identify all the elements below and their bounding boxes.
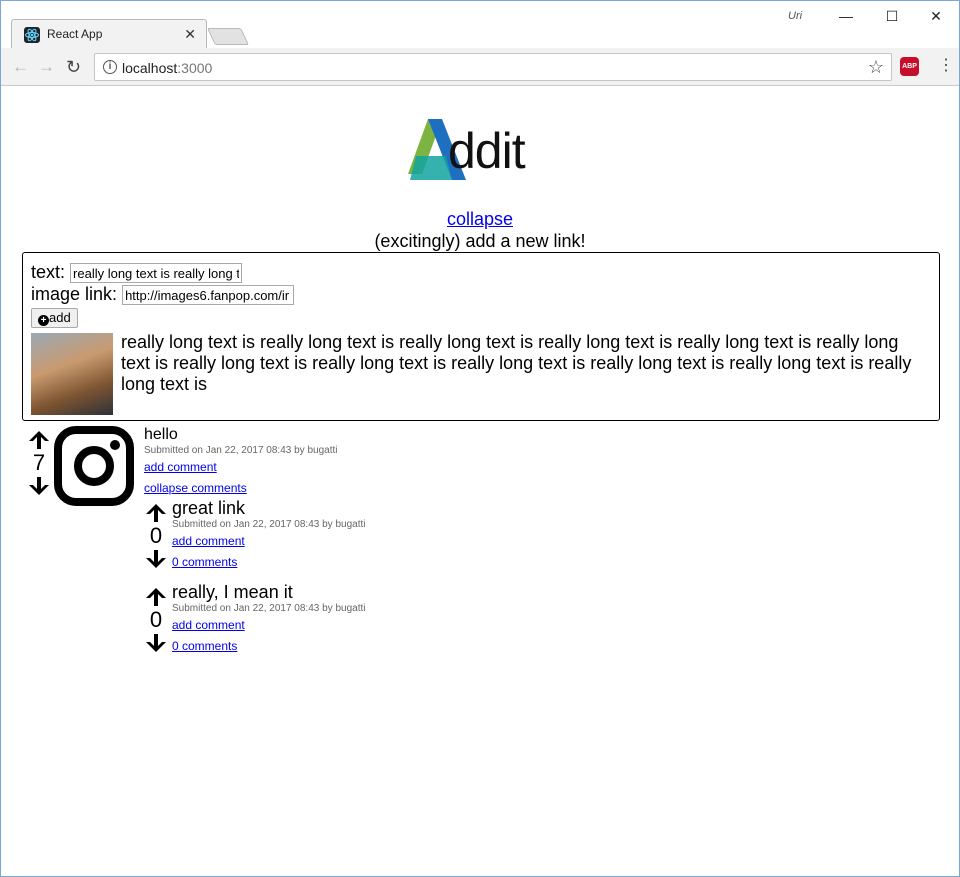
reload-icon[interactable]: ↻	[66, 57, 81, 77]
react-icon	[24, 27, 40, 43]
add-link-form: text: image link: +add really long text …	[22, 252, 940, 421]
url-host: localhost	[122, 60, 178, 76]
comment-meta: Submitted on Jan 22, 2017 08:43 by bugat…	[172, 519, 366, 530]
downvote-arrow-icon[interactable]	[145, 549, 167, 569]
post-score: 7	[32, 450, 46, 475]
collapse-link[interactable]: collapse	[447, 209, 513, 229]
comment-vote: 0	[145, 503, 167, 569]
tab-title: React App	[47, 27, 103, 41]
bookmark-star-icon[interactable]: ☆	[868, 57, 884, 78]
upvote-arrow-icon[interactable]	[145, 587, 167, 607]
addit-logo: ddit	[406, 116, 556, 186]
comment-meta: Submitted on Jan 22, 2017 08:43 by bugat…	[172, 603, 366, 614]
preview-text: really long text is really long text is …	[121, 332, 912, 394]
upvote-arrow-icon[interactable]	[28, 430, 50, 450]
comment-add-comment-link[interactable]: add comment	[172, 534, 245, 548]
comment-comments-link[interactable]: 0 comments	[172, 555, 237, 569]
plus-circle-icon: +	[38, 315, 49, 326]
logo-text: ddit	[448, 123, 526, 179]
adblock-icon[interactable]: ABP	[900, 57, 919, 76]
menu-icon[interactable]: ⋮	[938, 56, 954, 76]
add-button[interactable]: + add	[31, 308, 78, 328]
minimize-button[interactable]: —	[823, 1, 869, 31]
comment-title: great link	[172, 498, 246, 518]
comment-comments-link[interactable]: 0 comments	[172, 639, 237, 653]
new-tab-button[interactable]	[207, 28, 249, 45]
maximize-button[interactable]: ☐	[869, 1, 915, 31]
profile-label[interactable]: Uri	[788, 10, 802, 22]
comment-title: really, I mean it	[172, 582, 293, 602]
comment-score: 0	[149, 523, 163, 548]
info-icon[interactable]: i	[103, 60, 117, 74]
text-input[interactable]	[70, 263, 243, 284]
forward-icon[interactable]: →	[38, 57, 55, 77]
image-link-input[interactable]	[122, 285, 295, 306]
post-title[interactable]: hello	[144, 426, 178, 444]
instagram-icon[interactable]	[54, 426, 134, 506]
browser-tab[interactable]: React App ✕	[11, 19, 207, 49]
title-bar: React App ✕ Uri — ☐ ✕	[1, 1, 959, 49]
page-content: ddit collapse (excitingly) add a new lin…	[1, 87, 959, 876]
downvote-arrow-icon[interactable]	[145, 633, 167, 653]
back-icon[interactable]: ←	[12, 57, 29, 77]
post-meta: Submitted on Jan 22, 2017 08:43 by bugat…	[144, 445, 338, 456]
address-bar[interactable]: i localhost:3000 ☆	[94, 53, 892, 81]
url-port: :3000	[177, 60, 213, 76]
browser-toolbar: ← → ↻ i localhost:3000 ☆ ABP ⋮	[1, 48, 959, 86]
browser-window: React App ✕ Uri — ☐ ✕ ← → ↻ i localhost:…	[0, 0, 960, 877]
close-icon[interactable]: ✕	[184, 26, 196, 43]
collapse-comments-link[interactable]: collapse comments	[144, 481, 247, 495]
window-close-button[interactable]: ✕	[913, 1, 959, 31]
image-link-label: image link:	[31, 284, 118, 304]
comment-score: 0	[149, 607, 163, 632]
comment-vote: 0	[145, 587, 167, 653]
post-add-comment-link[interactable]: add comment	[144, 460, 217, 474]
subtitle: (excitingly) add a new link!	[374, 231, 586, 251]
text-label: text:	[31, 262, 66, 282]
preview-image	[31, 333, 113, 415]
post-vote: 7	[28, 430, 50, 496]
add-button-label: add	[49, 310, 71, 325]
upvote-arrow-icon[interactable]	[145, 503, 167, 523]
downvote-arrow-icon[interactable]	[28, 476, 50, 496]
comment-add-comment-link[interactable]: add comment	[172, 618, 245, 632]
url-text[interactable]: localhost:3000	[122, 60, 212, 76]
